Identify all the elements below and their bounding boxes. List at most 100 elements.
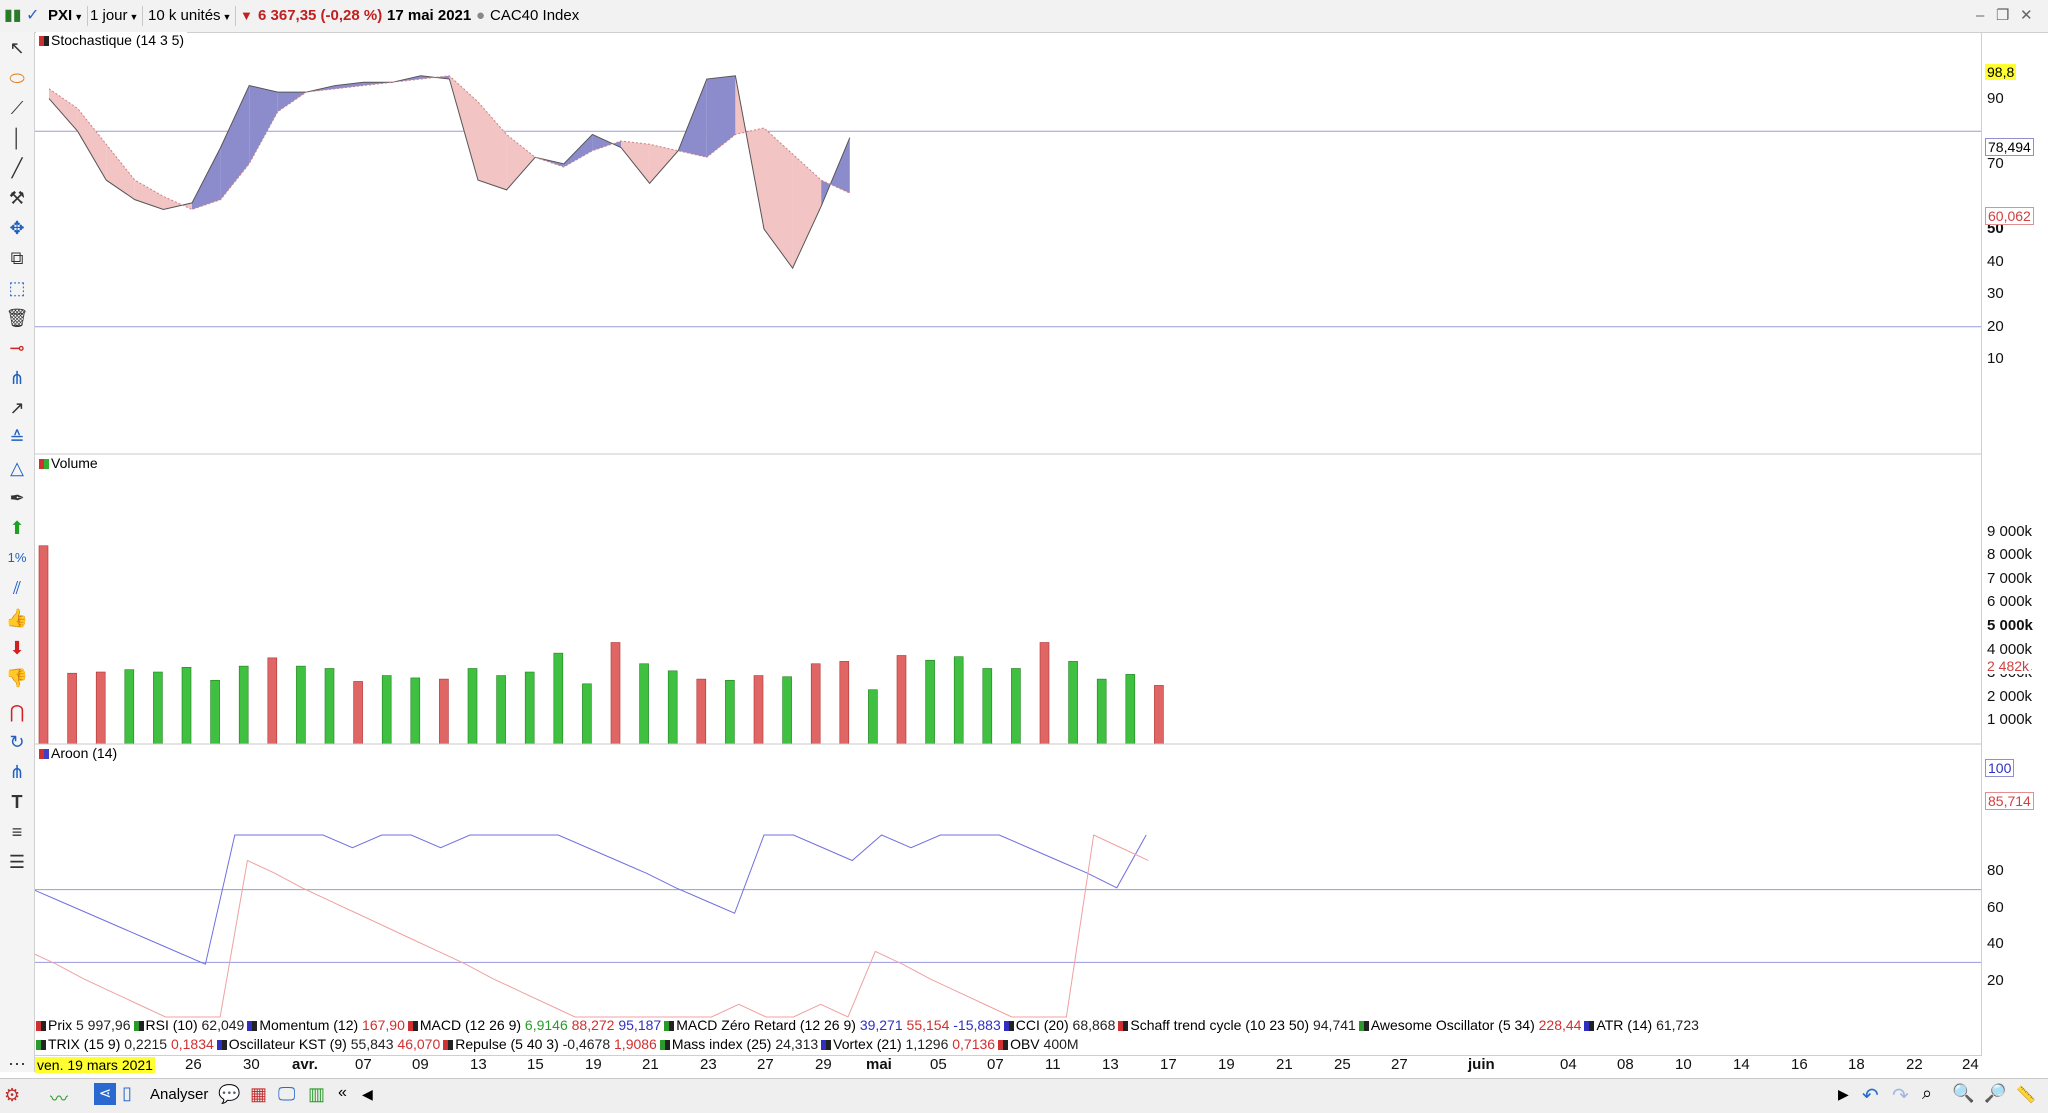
aroon-title[interactable]: Aroon (14) — [36, 745, 121, 761]
legend-name: Prix — [48, 1017, 76, 1033]
thumbs-up-icon[interactable]: 👍 — [5, 606, 29, 630]
chart-small-icon[interactable]: ▥ — [308, 1084, 325, 1105]
signal-icon[interactable]: ✓ — [26, 6, 39, 26]
legend-item[interactable]: Oscillateur KST (9) 55,843 46,070 — [216, 1036, 440, 1052]
volume-title[interactable]: Volume — [36, 455, 101, 471]
legend-item[interactable]: ATR (14) 61,723 — [1584, 1017, 1699, 1033]
fibonacci-icon[interactable]: ≙ — [5, 426, 29, 450]
more-icon[interactable]: ⋯ — [5, 1052, 29, 1076]
text-tool-icon[interactable]: T — [5, 790, 29, 814]
close-icon[interactable]: ✕ — [2020, 6, 2033, 26]
legend-item[interactable]: OBV 400M — [998, 1036, 1079, 1052]
stochastic-title[interactable]: Stochastique (14 3 5) — [36, 32, 188, 48]
fibonacci-fan-icon[interactable]: ⋔ — [5, 366, 29, 390]
volume-axis-label: 2 000k — [1987, 687, 2033, 705]
legend-item[interactable]: MACD (12 26 9) 6,9146 88,272 95,187 — [407, 1017, 661, 1033]
legend-item[interactable]: MACD Zéro Retard (12 26 9) 39,271 55,154… — [664, 1017, 1001, 1033]
fib-lines-icon[interactable]: ☰ — [5, 850, 29, 874]
date-axis-label: 17 — [1160, 1056, 1177, 1073]
share-icon[interactable]: ⋖ — [94, 1083, 116, 1105]
restore-icon[interactable]: ❐ — [1996, 6, 2009, 26]
date-axis-label: 25 — [1334, 1056, 1351, 1073]
analyze-button[interactable]: Analyser — [150, 1086, 208, 1103]
legend-value: 61,723 — [1656, 1017, 1699, 1033]
legend-item[interactable]: Repulse (5 40 3) -0,4678 1,9086 — [443, 1036, 657, 1052]
lines-icon[interactable]: ≡ — [5, 820, 29, 844]
legend-item[interactable]: Vortex (21) 1,1296 0,7136 — [821, 1036, 995, 1052]
stoch-axis-label: 40 — [1987, 252, 2004, 270]
axis-separator — [1981, 32, 1982, 1056]
legend-item[interactable]: Awesome Oscillator (5 34) 228,44 — [1358, 1017, 1581, 1033]
volume-bar — [610, 642, 621, 745]
scroll-left-icon[interactable]: ◀ — [362, 1086, 373, 1103]
segment-tool-icon[interactable]: ⟋ — [5, 96, 29, 120]
pen-icon[interactable]: ✒ — [5, 486, 29, 510]
rotate-icon[interactable]: ↻ — [5, 730, 29, 754]
date-axis-label: 16 — [1791, 1056, 1808, 1073]
chart-area[interactable] — [35, 32, 1981, 1056]
period-dropdown[interactable]: 1 jour ▼ — [90, 6, 144, 26]
chat-icon[interactable]: 💬 — [218, 1084, 240, 1105]
ruler-icon[interactable]: 📏 — [2016, 1085, 2036, 1105]
aroon-down-line — [35, 834, 1149, 1018]
legend-item[interactable]: Schaff trend cycle (10 23 50) 94,741 — [1118, 1017, 1356, 1033]
trash-icon[interactable]: 🗑 — [5, 306, 29, 330]
tools-icon[interactable]: ⚒ — [5, 186, 29, 210]
legend-value: 55,843 — [350, 1036, 394, 1052]
legend-extra-value: 0,1834 — [167, 1036, 214, 1052]
legend-item[interactable]: CCI (20) 68,868 — [1003, 1017, 1115, 1033]
legend-value: 6,9146 — [524, 1017, 568, 1033]
profile-icon[interactable]: ⚙ — [4, 1085, 20, 1106]
double-left-icon[interactable]: « — [338, 1084, 347, 1102]
date-axis-label: 15 — [527, 1056, 544, 1073]
layout-icon[interactable]: ▯ — [122, 1083, 132, 1104]
volume-bar — [782, 676, 792, 745]
zoom-out-icon[interactable]: 🔍 — [1952, 1083, 1974, 1104]
aroon-color-icon — [39, 749, 49, 759]
chart-type-icon[interactable]: ▮▮ — [4, 6, 22, 26]
magnet-icon[interactable]: ⋂ — [5, 700, 29, 724]
legend-extra-value: 1,9086 — [610, 1036, 657, 1052]
channel-icon[interactable]: ⫽ — [5, 576, 29, 600]
table-icon[interactable]: ▦ — [250, 1084, 267, 1105]
scroll-right-icon[interactable]: ▶ — [1838, 1086, 1849, 1103]
indicator-icon[interactable]: 〰 — [50, 1085, 68, 1111]
ellipse-tool-icon[interactable]: ⬭ — [5, 66, 29, 90]
zoom-in-icon[interactable]: 🔎 — [1984, 1083, 2006, 1104]
arrow-tool-icon[interactable]: ↗ — [5, 396, 29, 420]
units-dropdown[interactable]: 10 k unités ▼ — [148, 6, 237, 26]
legend-item[interactable]: Momentum (12) 167,90 — [247, 1017, 405, 1033]
pitchfork-icon[interactable]: ⋔ — [5, 760, 29, 784]
date-axis-label: 14 — [1733, 1056, 1750, 1073]
undo-icon[interactable]: ↶ — [1862, 1083, 1879, 1108]
down-arrow-icon: ▼ — [240, 8, 253, 23]
volume-bar — [439, 678, 449, 745]
down-arrow-tool-icon[interactable]: ⬇ — [5, 636, 29, 660]
volume-bar — [868, 689, 878, 745]
legend-item[interactable]: TRIX (15 9) 0,2215 0,1834 — [36, 1036, 214, 1052]
copy-icon[interactable]: ⧉ — [5, 246, 29, 270]
percent-icon[interactable]: 1% — [5, 546, 29, 570]
horizontal-line-icon[interactable]: ⊸ — [5, 336, 29, 360]
screen-icon[interactable]: 🖵 — [278, 1084, 295, 1105]
volume-bar — [1068, 661, 1078, 745]
minimize-icon[interactable]: – — [1976, 6, 1984, 26]
triangle-icon[interactable]: △ — [5, 456, 29, 480]
pointer-icon[interactable]: ↖ — [5, 36, 29, 60]
legend-item[interactable]: Mass index (25) 24,313 — [659, 1036, 818, 1052]
resize-icon[interactable]: ⬚ — [5, 276, 29, 300]
volume-bar — [353, 681, 363, 745]
move-icon[interactable]: ✥ — [5, 216, 29, 240]
thumbs-down-icon[interactable]: 👎 — [5, 666, 29, 690]
up-arrow-icon[interactable]: ⬆ — [5, 516, 29, 540]
legend-item[interactable]: RSI (10) 62,049 — [133, 1017, 244, 1033]
legend-item[interactable]: Prix 5 997,96 — [36, 1017, 131, 1033]
stochastic-color-icon — [39, 36, 49, 46]
trendline-icon[interactable]: ╱ — [5, 156, 29, 180]
vertical-line-icon[interactable]: │ — [5, 126, 29, 150]
legend-value: 5 997,96 — [76, 1017, 131, 1033]
redo-icon[interactable]: ↷ — [1892, 1083, 1909, 1108]
symbol-dropdown[interactable]: PXI ▼ — [48, 6, 89, 26]
aroon-axis-label: 20 — [1987, 971, 2004, 989]
zoom-fit-icon[interactable]: ⌕ — [1922, 1083, 1932, 1104]
